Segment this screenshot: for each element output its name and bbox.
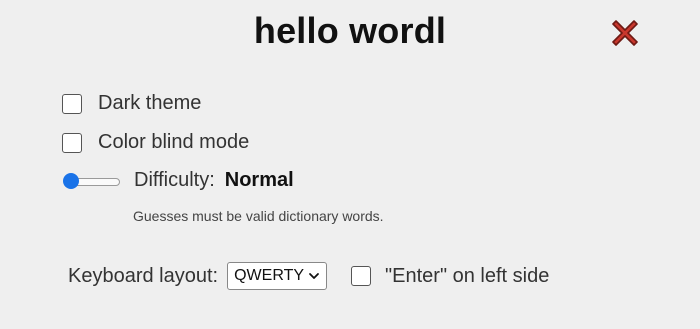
keyboard-settings: Keyboard layout: QWERTY "Enter" on left … bbox=[68, 262, 549, 290]
dark-theme-option[interactable]: Dark theme bbox=[62, 92, 201, 115]
keyboard-layout-selected: QWERTY bbox=[234, 267, 305, 284]
difficulty-slider[interactable] bbox=[62, 171, 120, 191]
difficulty-label: Difficulty: bbox=[134, 169, 215, 191]
enter-left-checkbox[interactable] bbox=[351, 266, 372, 286]
keyboard-layout-label: Keyboard layout: bbox=[68, 264, 219, 287]
difficulty-hint: Guesses must be valid dictionary words. bbox=[133, 208, 384, 224]
difficulty-value: Normal bbox=[224, 169, 294, 191]
dark-theme-checkbox[interactable] bbox=[62, 93, 82, 114]
close-x-icon bbox=[612, 20, 638, 46]
enter-left-label: "Enter" on left side bbox=[385, 264, 550, 287]
close-button[interactable] bbox=[606, 14, 644, 52]
color-blind-checkbox[interactable] bbox=[62, 132, 82, 153]
color-blind-label: Color blind mode bbox=[98, 131, 250, 153]
dark-theme-label: Dark theme bbox=[98, 92, 202, 114]
chevron-down-icon bbox=[309, 273, 319, 279]
app-title: hello wordl bbox=[253, 10, 447, 51]
difficulty-slider-thumb[interactable] bbox=[63, 172, 79, 189]
keyboard-layout-select[interactable]: QWERTY bbox=[227, 262, 328, 290]
color-blind-option[interactable]: Color blind mode bbox=[62, 131, 249, 154]
difficulty-setting: Difficulty: Normal bbox=[62, 169, 294, 192]
